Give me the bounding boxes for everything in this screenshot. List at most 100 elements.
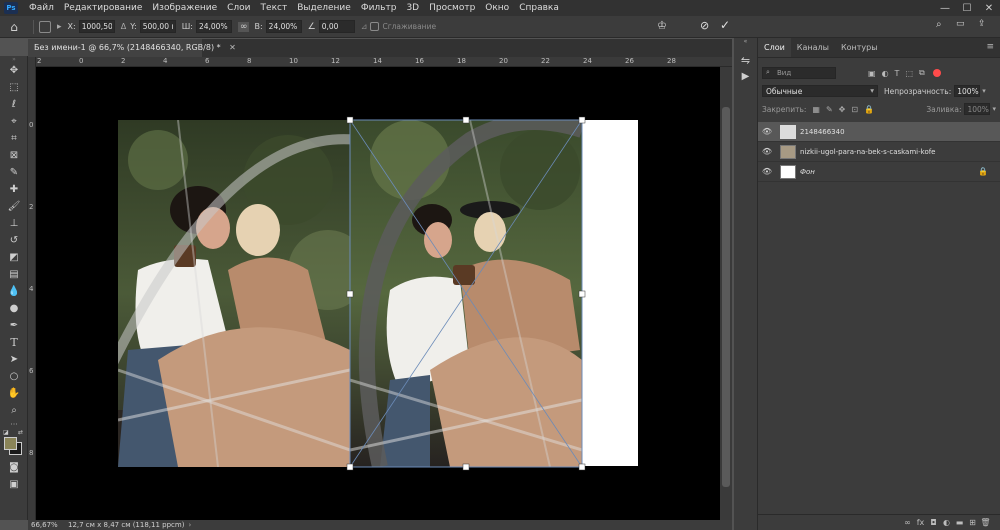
add-mask-icon[interactable]: ◘ bbox=[927, 518, 940, 527]
filter-shape-icon[interactable]: ⬚ bbox=[905, 69, 913, 78]
document-info[interactable]: 12,7 см x 8,47 см (118,11 ppcm) bbox=[62, 521, 184, 529]
delete-layer-icon[interactable]: 🗑 bbox=[979, 518, 992, 527]
y-input[interactable] bbox=[139, 20, 176, 33]
menu-window[interactable]: Окно bbox=[480, 3, 514, 13]
visibility-eye-icon[interactable]: 👁 bbox=[758, 147, 776, 156]
link-layers-icon[interactable]: ∞ bbox=[901, 518, 914, 527]
layer-row-background[interactable]: 👁 Фон 🔒 bbox=[758, 162, 1000, 182]
filter-smart-object-icon[interactable]: ⧉ bbox=[919, 68, 925, 78]
close-icon[interactable]: ✕ bbox=[978, 3, 1000, 14]
dodge-tool-icon[interactable]: ● bbox=[0, 300, 28, 317]
vertical-scrollbar[interactable] bbox=[720, 67, 732, 520]
chevron-right-icon[interactable]: ▸ bbox=[57, 22, 62, 32]
close-tab-icon[interactable]: ✕ bbox=[229, 43, 236, 52]
eraser-tool-icon[interactable]: ◩ bbox=[0, 249, 28, 266]
menu-layers[interactable]: Слои bbox=[222, 3, 255, 13]
layer-style-icon[interactable]: fx bbox=[914, 518, 927, 527]
lock-pixels-icon[interactable]: ✎ bbox=[826, 105, 833, 114]
transform-bounding-box[interactable] bbox=[345, 115, 587, 472]
cancel-transform-icon[interactable]: ⊘ bbox=[700, 19, 709, 32]
filter-toggle-icon[interactable] bbox=[932, 69, 941, 77]
h-input[interactable] bbox=[265, 20, 302, 33]
menu-type[interactable]: Текст bbox=[256, 3, 293, 13]
history-icon[interactable]: ⇋ bbox=[734, 54, 757, 67]
visibility-eye-icon[interactable]: 👁 bbox=[758, 127, 776, 136]
menu-select[interactable]: Выделение bbox=[292, 3, 356, 13]
healing-brush-tool-icon[interactable]: ✚ bbox=[0, 181, 28, 198]
brush-tool-icon[interactable]: 🖌 bbox=[0, 198, 28, 215]
layer-row-2148466340[interactable]: 👁 2148466340 bbox=[758, 122, 1000, 142]
puppet-warp-icon[interactable]: ♔ bbox=[657, 19, 667, 32]
visibility-eye-icon[interactable]: 👁 bbox=[758, 167, 776, 176]
eyedropper-tool-icon[interactable]: ✎ bbox=[0, 164, 28, 181]
type-tool-icon[interactable]: T bbox=[0, 334, 28, 351]
home-icon[interactable]: ⌂ bbox=[0, 20, 28, 34]
menu-edit[interactable]: Редактирование bbox=[59, 3, 148, 13]
tab-layers[interactable]: Слои bbox=[758, 38, 791, 57]
menu-image[interactable]: Изображение bbox=[147, 3, 222, 13]
hand-tool-icon[interactable]: ✋ bbox=[0, 385, 28, 402]
new-group-icon[interactable]: ▬ bbox=[953, 518, 966, 527]
layer-filter-input[interactable]: ⌕ Вид bbox=[762, 67, 836, 79]
foreground-color-swatch[interactable] bbox=[4, 437, 17, 450]
blur-tool-icon[interactable]: 💧 bbox=[0, 283, 28, 300]
angle-input[interactable] bbox=[318, 20, 355, 33]
menu-filter[interactable]: Фильтр bbox=[356, 3, 402, 13]
screen-mode-icon[interactable]: ▣ bbox=[0, 476, 28, 493]
crop-tool-icon[interactable]: ⌗ bbox=[0, 130, 28, 147]
frame-tool-icon[interactable]: ⊠ bbox=[0, 147, 28, 164]
zoom-tool-icon[interactable]: ⌕ bbox=[0, 402, 28, 419]
search-icon[interactable]: ⌕ bbox=[936, 19, 942, 30]
layer-row-nizkii-ugol[interactable]: 👁 nizkii-ugol-para-na-bek-s-caskami-kofe bbox=[758, 142, 1000, 162]
chevron-down-icon[interactable]: ▾ bbox=[982, 87, 986, 95]
actions-play-icon[interactable]: ▶ bbox=[734, 71, 757, 82]
document-tab[interactable]: Без имени-1 @ 66,7% (2148466340, RGB/8) … bbox=[28, 39, 236, 57]
zoom-level[interactable]: 66,67% bbox=[28, 521, 62, 529]
path-select-tool-icon[interactable]: ➤ bbox=[0, 351, 28, 368]
dock-grip-icon[interactable]: « bbox=[734, 38, 757, 45]
scrollbar-thumb[interactable] bbox=[722, 107, 730, 487]
history-brush-tool-icon[interactable]: ↺ bbox=[0, 232, 28, 249]
link-icon[interactable]: ∞ bbox=[237, 21, 250, 32]
new-layer-icon[interactable]: ⊞ bbox=[966, 518, 979, 527]
tab-channels[interactable]: Каналы bbox=[791, 38, 835, 57]
menu-3d[interactable]: 3D bbox=[401, 3, 424, 13]
more-tools-icon[interactable]: ··· bbox=[0, 419, 28, 429]
menu-file[interactable]: Файл bbox=[24, 3, 59, 13]
minimize-icon[interactable]: — bbox=[934, 3, 956, 14]
move-tool-icon[interactable]: ✥ bbox=[0, 62, 28, 79]
menu-help[interactable]: Справка bbox=[514, 3, 564, 13]
tab-paths[interactable]: Контуры bbox=[835, 38, 884, 57]
interpolation-icon[interactable]: ⊿ bbox=[361, 22, 368, 31]
adjustment-layer-icon[interactable]: ◐ bbox=[940, 518, 953, 527]
opacity-input[interactable]: 100% bbox=[954, 85, 981, 97]
lock-artboard-icon[interactable]: ⊡ bbox=[851, 105, 858, 114]
w-input[interactable] bbox=[195, 20, 232, 33]
marquee-tool-icon[interactable]: ⬚ bbox=[0, 79, 28, 96]
filter-pixel-icon[interactable]: ▣ bbox=[868, 69, 876, 78]
reference-point-icon[interactable] bbox=[39, 20, 51, 33]
swap-colors-icon[interactable]: ⇄ bbox=[18, 429, 23, 436]
photo-left[interactable] bbox=[118, 120, 350, 467]
object-select-tool-icon[interactable]: ⌖ bbox=[0, 113, 28, 130]
lasso-tool-icon[interactable]: ℓ bbox=[0, 96, 28, 113]
fill-input[interactable]: 100% bbox=[964, 103, 991, 115]
lock-transparent-icon[interactable]: ▦ bbox=[812, 105, 820, 114]
delta-icon[interactable]: Δ bbox=[121, 22, 126, 31]
chevron-right-icon[interactable]: › bbox=[188, 521, 191, 529]
pen-tool-icon[interactable]: ✒ bbox=[0, 317, 28, 334]
lock-icon[interactable]: 🔒 bbox=[978, 167, 988, 176]
gradient-tool-icon[interactable]: ▤ bbox=[0, 266, 28, 283]
chevron-down-icon[interactable]: ▾ bbox=[992, 105, 996, 113]
shape-tool-icon[interactable]: ○ bbox=[0, 368, 28, 385]
default-colors-icon[interactable]: ◪ bbox=[3, 429, 9, 436]
x-input[interactable] bbox=[78, 20, 115, 33]
document-canvas[interactable] bbox=[582, 120, 638, 466]
filter-adjustment-icon[interactable]: ◐ bbox=[882, 69, 889, 78]
smoothing-checkbox[interactable] bbox=[370, 22, 380, 31]
workspace-icon[interactable]: ▭ bbox=[956, 19, 965, 29]
filter-type-icon[interactable]: T bbox=[895, 69, 900, 78]
blend-mode-select[interactable]: Обычные ▾ bbox=[762, 85, 878, 97]
menu-view[interactable]: Просмотр bbox=[424, 3, 480, 13]
panel-menu-icon[interactable]: ≡ bbox=[980, 38, 1000, 57]
